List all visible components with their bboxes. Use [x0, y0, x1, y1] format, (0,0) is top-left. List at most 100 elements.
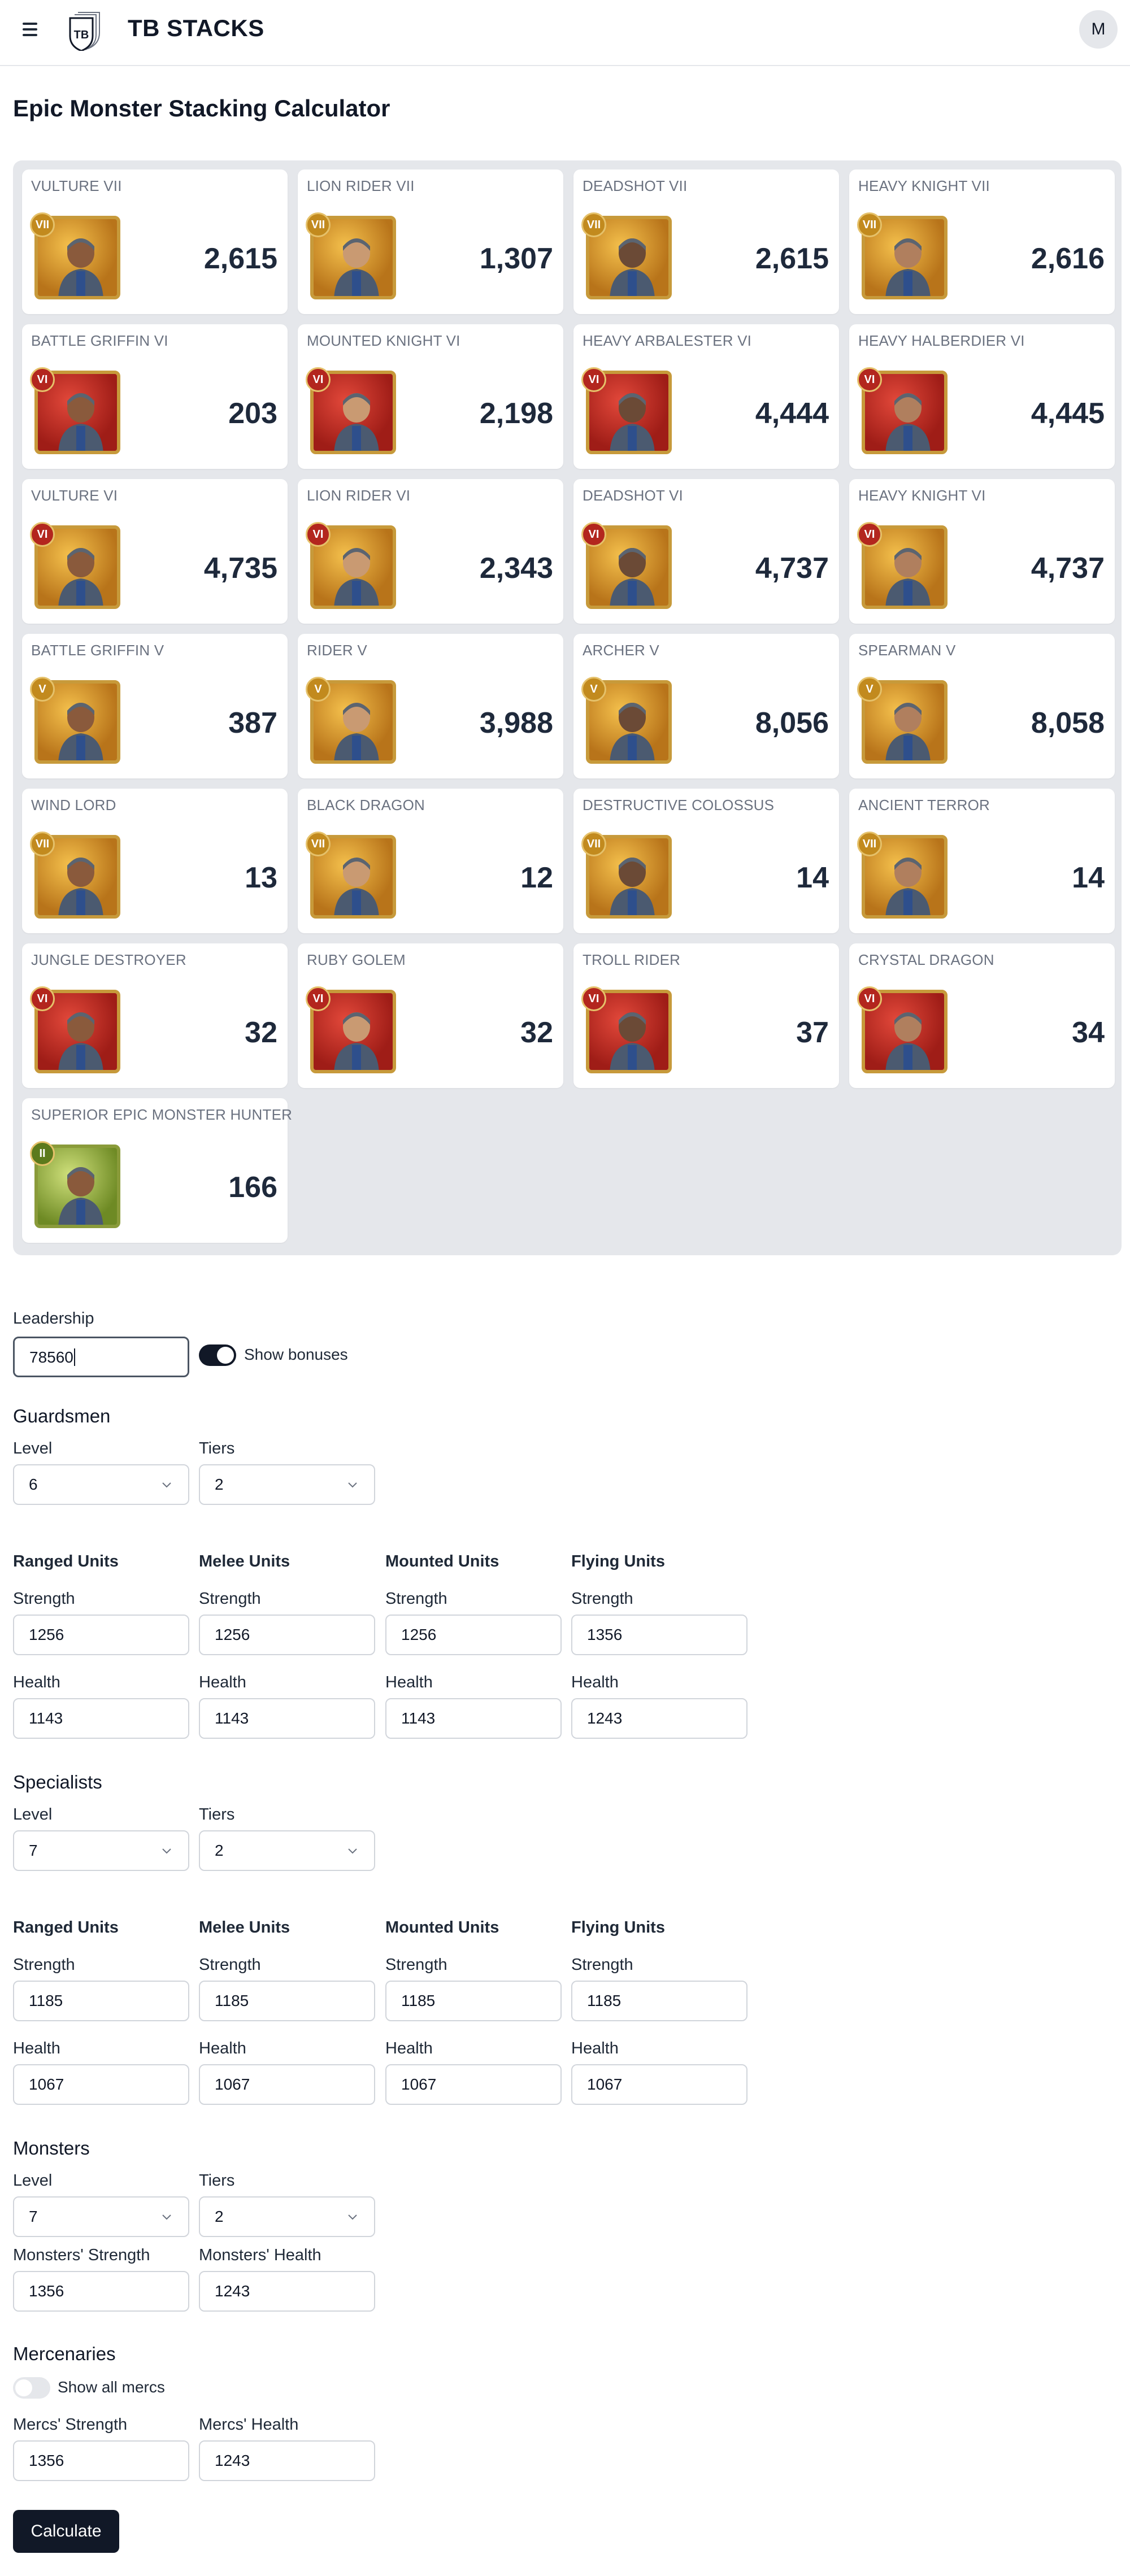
unit-figure-icon: [885, 238, 931, 296]
monsters-strength-input[interactable]: 1356: [13, 2271, 189, 2312]
monster-card[interactable]: RIDER V V 3,988: [298, 634, 563, 778]
tier-badge: VII: [30, 832, 55, 856]
unit-figure-icon: [885, 858, 931, 915]
tier-badge: VII: [306, 832, 331, 856]
hamburger-menu-icon[interactable]: [23, 20, 41, 38]
monster-card[interactable]: DEADSHOT VI VI 4,737: [573, 479, 839, 624]
specialists-ranged-health-input[interactable]: 1067: [13, 2064, 189, 2105]
monsters-level-label: Level: [13, 2172, 53, 2190]
specialists-flying-strength-input[interactable]: 1185: [571, 1981, 747, 2021]
specialists-tiers-select[interactable]: 2: [199, 1830, 375, 1871]
unit-figure-icon: [58, 703, 103, 760]
monster-card[interactable]: ARCHER V V 8,056: [573, 634, 839, 778]
guardsmen-ranged-strength-input[interactable]: 1256: [13, 1615, 189, 1655]
monsters-health-input[interactable]: 1243: [199, 2271, 375, 2312]
guardsmen-mounted-strength-input[interactable]: 1256: [385, 1615, 562, 1655]
tier-badge: VI: [857, 986, 882, 1011]
monster-card[interactable]: CRYSTAL DRAGON VI 34: [849, 943, 1115, 1088]
stack-count: 4,737: [1031, 552, 1105, 585]
show-bonuses-label: Show bonuses: [244, 1346, 348, 1363]
monster-card[interactable]: HEAVY KNIGHT VII VII 2,616: [849, 169, 1115, 314]
show-all-mercs-label: Show all mercs: [58, 2378, 165, 2396]
user-avatar[interactable]: M: [1079, 10, 1118, 49]
specialists-ranged-strength-input[interactable]: 1185: [13, 1981, 189, 2021]
specialists-mounted-strength-input[interactable]: 1185: [385, 1981, 562, 2021]
monster-card[interactable]: TROLL RIDER VI 37: [573, 943, 839, 1088]
monster-card[interactable]: DESTRUCTIVE COLOSSUS VII 14: [573, 789, 839, 933]
guardsmen-melee-health-label: Health: [199, 1673, 246, 1691]
stack-count: 2,198: [479, 397, 553, 430]
mercs-strength-label: Mercs' Strength: [13, 2416, 128, 2434]
stack-count: 8,058: [1031, 707, 1105, 739]
monster-name: RIDER V: [307, 642, 367, 659]
guardsmen-melee-health-input[interactable]: 1143: [199, 1698, 375, 1739]
stack-count: 37: [796, 1016, 829, 1049]
monster-name: HEAVY KNIGHT VI: [858, 487, 986, 504]
monster-card[interactable]: HEAVY ARBALESTER VI VI 4,444: [573, 324, 839, 469]
monster-name: LION RIDER VII: [307, 177, 415, 194]
unit-figure-icon: [885, 1012, 931, 1070]
tier-badge: VI: [30, 367, 55, 392]
monster-card[interactable]: DEADSHOT VII VII 2,615: [573, 169, 839, 314]
guardsmen-melee-strength-input[interactable]: 1256: [199, 1615, 375, 1655]
monster-card[interactable]: HEAVY KNIGHT VI VI 4,737: [849, 479, 1115, 624]
monsters-level-select[interactable]: 7: [13, 2196, 189, 2237]
shield-logo-icon[interactable]: TB: [67, 10, 103, 51]
monster-card[interactable]: WIND LORD VII 13: [22, 789, 288, 933]
guardsmen-flying-strength-input[interactable]: 1356: [571, 1615, 747, 1655]
monster-card[interactable]: BLACK DRAGON VII 12: [298, 789, 563, 933]
specialists-heading: Specialists: [13, 1772, 102, 1792]
monster-card[interactable]: VULTURE VI VI 4,735: [22, 479, 288, 624]
unit-figure-icon: [334, 703, 379, 760]
monster-name: BLACK DRAGON: [307, 797, 425, 813]
specialists-level-label: Level: [13, 1805, 53, 1824]
monster-name: DESTRUCTIVE COLOSSUS: [583, 797, 775, 813]
show-bonuses-toggle[interactable]: [199, 1344, 236, 1366]
monster-card[interactable]: SPEARMAN V V 8,058: [849, 634, 1115, 778]
specialists-mounted-health-input[interactable]: 1067: [385, 2064, 562, 2105]
guardsmen-ranged-units-heading: Ranged Units: [13, 1552, 119, 1570]
tier-badge: VI: [857, 522, 882, 547]
specialists-melee-health-input[interactable]: 1067: [199, 2064, 375, 2105]
tier-badge: V: [857, 677, 882, 702]
monster-card[interactable]: LION RIDER VII VII 1,307: [298, 169, 563, 314]
guardsmen-mounted-health-input[interactable]: 1143: [385, 1698, 562, 1739]
monster-card[interactable]: MOUNTED KNIGHT VI VI 2,198: [298, 324, 563, 469]
guardsmen-ranged-health-input[interactable]: 1143: [13, 1698, 189, 1739]
tier-badge: VI: [306, 986, 331, 1011]
calculate-button[interactable]: Calculate: [13, 2510, 119, 2553]
monster-card[interactable]: JUNGLE DESTROYER VI 32: [22, 943, 288, 1088]
svg-text:TB: TB: [74, 29, 89, 41]
unit-figure-icon: [610, 1012, 655, 1070]
monster-name: ARCHER V: [583, 642, 659, 659]
stack-count: 32: [520, 1016, 553, 1049]
monsters-tiers-select[interactable]: 2: [199, 2196, 375, 2237]
specialists-level-select[interactable]: 7: [13, 1830, 189, 1871]
monster-card[interactable]: BATTLE GRIFFIN VI VI 203: [22, 324, 288, 469]
mercs-health-input[interactable]: 1243: [199, 2440, 375, 2481]
leadership-input[interactable]: 78560: [13, 1337, 189, 1377]
guardsmen-tiers-select[interactable]: 2: [199, 1464, 375, 1505]
monster-card[interactable]: RUBY GOLEM VI 32: [298, 943, 563, 1088]
stack-count: 4,735: [203, 552, 277, 585]
specialists-flying-health-input[interactable]: 1067: [571, 2064, 747, 2105]
unit-figure-icon: [610, 548, 655, 606]
mercs-strength-input[interactable]: 1356: [13, 2440, 189, 2481]
unit-figure-icon: [58, 858, 103, 915]
unit-figure-icon: [610, 393, 655, 451]
monster-name: SUPERIOR EPIC MONSTER HUNTER: [31, 1106, 293, 1123]
monster-card[interactable]: VULTURE VII VII 2,615: [22, 169, 288, 314]
monster-card[interactable]: SUPERIOR EPIC MONSTER HUNTER II 166: [22, 1098, 292, 1243]
guardsmen-level-select[interactable]: 6: [13, 1464, 189, 1505]
monster-name: BATTLE GRIFFIN VI: [31, 332, 168, 349]
brand-title[interactable]: TB STACKS: [128, 15, 264, 42]
specialists-mounted-strength-label: Strength: [385, 1956, 447, 1974]
guardsmen-heading: Guardsmen: [13, 1406, 111, 1426]
monster-card[interactable]: BATTLE GRIFFIN V V 387: [22, 634, 288, 778]
specialists-melee-strength-input[interactable]: 1185: [199, 1981, 375, 2021]
guardsmen-flying-health-input[interactable]: 1243: [571, 1698, 747, 1739]
show-all-mercs-toggle[interactable]: [13, 2377, 50, 2399]
monster-card[interactable]: ANCIENT TERROR VII 14: [849, 789, 1115, 933]
monster-card[interactable]: LION RIDER VI VI 2,343: [298, 479, 563, 624]
monster-card[interactable]: HEAVY HALBERDIER VI VI 4,445: [849, 324, 1115, 469]
